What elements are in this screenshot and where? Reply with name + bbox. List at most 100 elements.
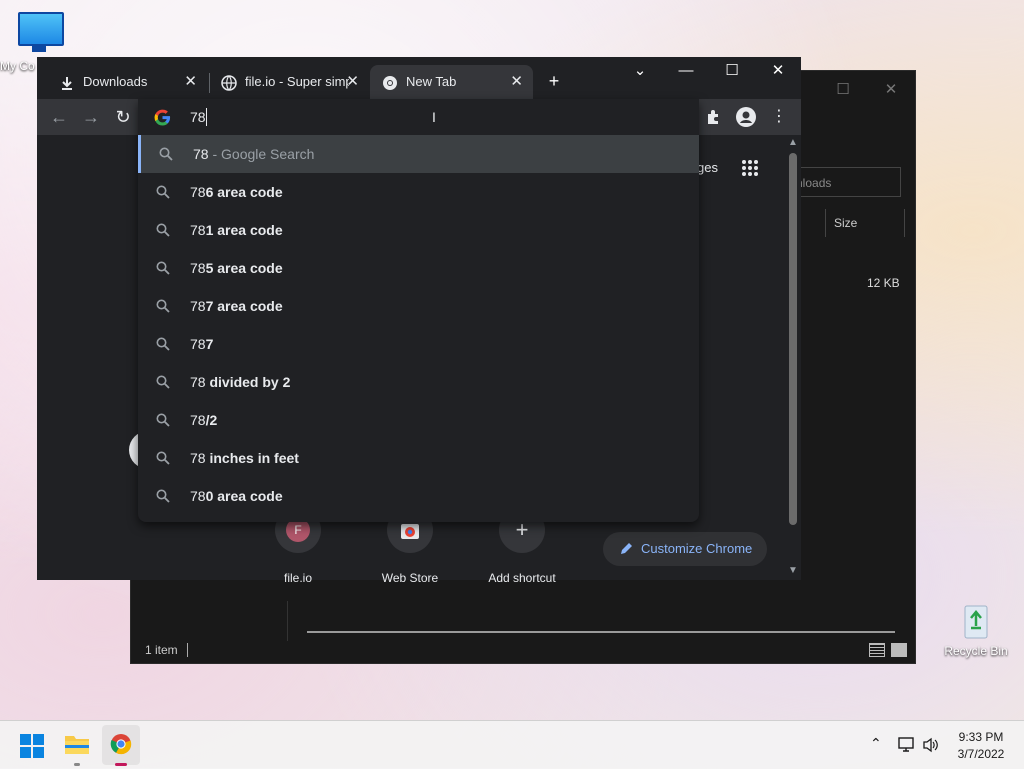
scroll-down-icon[interactable]: ▼ [788,565,798,576]
tab-file-io[interactable]: file.io - Super simp ✕ [209,65,369,99]
suggestion-completion: /2 [205,412,218,428]
omnibox-suggestion[interactable]: 780 area code [138,477,699,515]
file-size-value: 12 KB [867,276,900,290]
tab-search-chevron-down-icon[interactable]: ⌄ [617,57,663,87]
suggestion-prefix: 78 [190,336,206,352]
explorer-status-text: 1 item [145,643,178,657]
desktop-icon-recycle-bin[interactable]: Recycle Bin [944,600,1008,658]
omnibox-suggestion[interactable]: 781 area code [138,211,699,249]
suggestion-text: 78 inches in feet [190,439,299,477]
suggestion-text: 785 area code [190,249,283,287]
omnibox-input[interactable]: 78 I [138,99,699,135]
omnibox-suggestion[interactable]: 78 inches in feet [138,439,699,477]
shortcut-label: Web Store [381,571,439,585]
close-window-button[interactable]: ✕ [755,57,801,87]
menu-kebab-icon[interactable]: ⋮ [765,103,793,131]
omnibox-suggestion[interactable]: 786 area code [138,173,699,211]
search-icon [156,489,170,503]
suggestion-prefix: 78 [190,412,206,428]
suggestion-completion: 0 area code [205,488,283,504]
suggestion-completion: 7 area code [205,298,283,314]
suggestion-prefix: 78 [190,184,206,200]
suggestion-text: 780 area code [190,477,283,515]
tab-new-tab[interactable]: New Tab ✕ [370,65,533,99]
suggestion-hint: - Google Search [208,146,315,162]
omnibox-suggestion[interactable]: 787 [138,325,699,363]
search-icon [156,223,170,237]
suggestion-prefix: 78 [193,146,209,162]
tab-strip: Downloads ✕ file.io - Super simp ✕ New T… [37,57,801,99]
suggestion-completion: 7 [205,336,214,352]
column-header-size[interactable]: Size [825,209,905,237]
suggestion-prefix: 78 [190,298,206,314]
omnibox-suggestion[interactable]: 78/2 [138,401,699,439]
omnibox-dropdown: 78 I 78 - Google Search 786 area code 781 … [138,99,699,522]
suggestion-prefix: 78 [190,260,206,276]
apps-grid-icon[interactable] [741,159,759,177]
omnibox-suggestion[interactable]: 78 - Google Search [138,135,699,173]
desktop-icon-label: My Co [0,59,35,73]
customize-label: Customize Chrome [641,541,753,556]
suggestion-prefix: 78 [190,222,206,238]
omnibox-suggestion[interactable]: 78 divided by 2 [138,363,699,401]
suggestion-text: 78 divided by 2 [190,363,290,401]
chevron-up-icon[interactable]: ⌃ [870,735,882,752]
images-link[interactable]: ges [697,160,718,175]
suggestion-text: 786 area code [190,173,283,211]
large-icons-view-button[interactable] [891,643,907,657]
customize-chrome-button[interactable]: Customize Chrome [603,532,767,566]
tab-title: file.io - Super simp [245,74,349,89]
speaker-icon[interactable] [922,737,940,753]
explorer-search-input[interactable]: nloads [791,167,901,197]
close-tab-icon[interactable]: ✕ [184,65,197,99]
chrome-window[interactable]: Downloads ✕ file.io - Super simp ✕ New T… [37,57,801,585]
profile-avatar-icon[interactable] [736,107,756,127]
maximize-button[interactable]: ☐ [709,57,755,87]
chrome-icon [110,734,132,755]
chrome-taskbar-button[interactable] [102,725,140,766]
suggestion-text: 78/2 [190,401,217,439]
close-tab-icon[interactable]: ✕ [510,65,523,99]
explorer-close-button[interactable]: ✕ [871,77,911,103]
file-explorer-icon[interactable] [64,733,90,755]
globe-icon [221,75,237,91]
omnibox-suggestion[interactable]: 787 area code [138,287,699,325]
search-icon [156,413,170,427]
search-icon [156,451,170,465]
suggestion-text: 787 [190,325,213,363]
new-tab-button[interactable]: + [539,67,569,97]
suggestion-prefix: 78 [190,488,206,504]
suggestion-text: 787 area code [190,287,283,325]
google-g-icon [154,109,171,126]
network-icon[interactable] [898,737,916,753]
taskbar: ⌃ 9:33 PM 3/7/2022 [0,720,1024,769]
web-store-icon [401,524,419,539]
windows-start-icon[interactable] [20,734,44,758]
back-arrow-icon[interactable]: ← [45,103,73,131]
suggestion-text: 78 - Google Search [193,135,314,173]
forward-arrow-icon[interactable]: → [77,103,105,131]
minimize-button[interactable]: — [663,57,709,87]
suggestion-completion: 6 area code [205,184,283,200]
explorer-maximize-button[interactable]: ☐ [823,77,863,103]
extensions-puzzle-icon[interactable] [705,109,721,125]
recycle-bin-icon [964,605,988,639]
scroll-up-icon[interactable]: ▲ [788,137,798,148]
close-tab-icon[interactable]: ✕ [346,65,359,99]
search-icon [156,261,170,275]
page-scrollbar[interactable]: ▲ ▼ [785,135,801,580]
omnibox-value: 78 [190,109,206,125]
omnibox-suggestion[interactable]: 785 area code [138,249,699,287]
scrollbar-thumb[interactable] [789,153,797,525]
explorer-divider [307,631,895,633]
search-icon [156,299,170,313]
search-icon [159,147,173,161]
tab-downloads[interactable]: Downloads ✕ [47,65,207,99]
details-view-button[interactable] [869,643,885,657]
desktop-icon-my-computer[interactable]: My Co [0,12,68,73]
clock-time[interactable]: 9:33 PM [948,730,1014,744]
reload-icon[interactable]: ↻ [109,103,137,131]
suggestion-completion: inches in feet [205,450,299,466]
clock-date[interactable]: 3/7/2022 [948,747,1014,761]
suggestion-prefix: 78 [190,374,206,390]
